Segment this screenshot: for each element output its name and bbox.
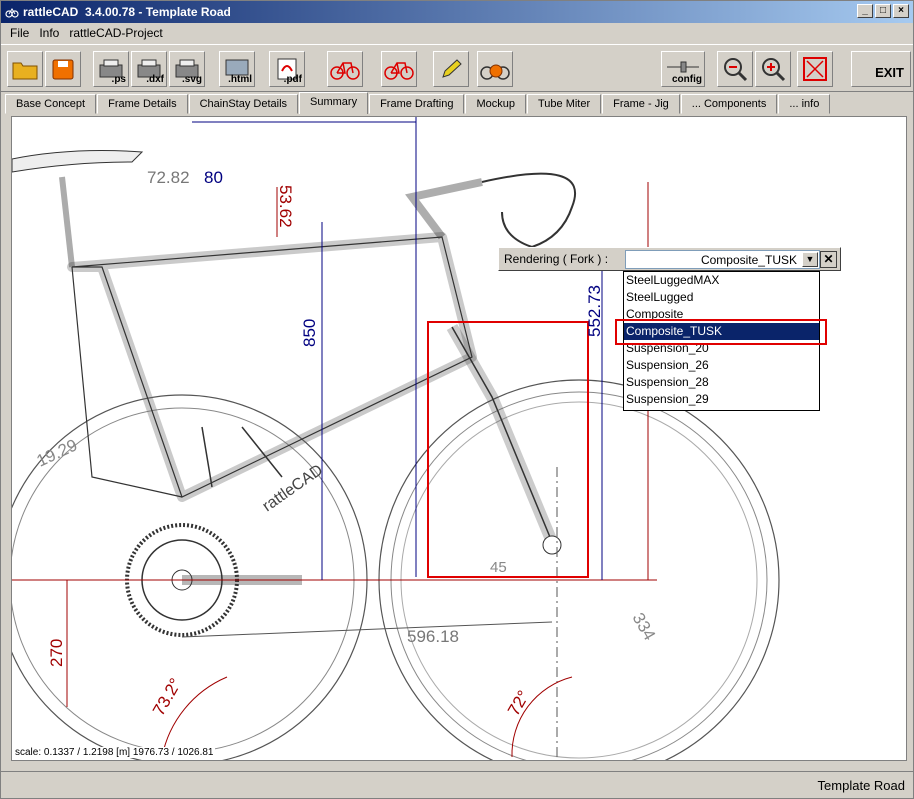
selection-highlight-box xyxy=(615,319,827,345)
tab-components[interactable]: ... Components xyxy=(680,94,778,114)
dim-73-2-deg: 73.2° xyxy=(149,675,185,719)
minimize-button[interactable]: _ xyxy=(857,4,873,18)
tab-frame-drafting[interactable]: Frame Drafting xyxy=(369,94,465,114)
config-label: config xyxy=(672,74,702,85)
bike-render-button[interactable] xyxy=(327,51,363,87)
save-disk-icon xyxy=(52,59,74,80)
export-dxf-button[interactable]: .dxf xyxy=(131,51,167,87)
pencil-icon xyxy=(442,59,462,78)
tab-chainstay-details[interactable]: ChainStay Details xyxy=(188,94,299,114)
exit-button[interactable]: EXIT xyxy=(851,51,911,87)
open-folder-button[interactable] xyxy=(7,51,43,87)
bike-drawing: rattleCAD 72.82 80 53.62 850 552.73 19.2… xyxy=(12,117,780,760)
window-title: rattleCAD 3.4.00.78 - Template Road xyxy=(23,5,231,19)
status-project-name: Template Road xyxy=(817,778,905,793)
dim-552-73: 552.73 xyxy=(585,285,604,337)
export-ps-button[interactable]: .ps xyxy=(93,51,129,87)
frame-tubes xyxy=(67,232,477,502)
bike-red-icon xyxy=(384,62,414,80)
dim-45: 45 xyxy=(490,559,507,576)
maximize-button[interactable]: □ xyxy=(875,4,891,18)
config-button[interactable]: config xyxy=(661,51,705,87)
bike-reload-icon xyxy=(480,64,510,80)
pencil-button[interactable] xyxy=(433,51,469,87)
drawing-canvas[interactable]: rattleCAD 72.82 80 53.62 850 552.73 19.2… xyxy=(11,116,907,761)
rendering-fork-label: Rendering ( Fork ) : xyxy=(504,252,609,266)
stem xyxy=(405,178,483,240)
zoom-in-button[interactable] xyxy=(755,51,791,87)
close-icon[interactable]: ✕ xyxy=(820,251,837,268)
export-html-button[interactable]: .html xyxy=(219,51,255,87)
tab-info[interactable]: ... info xyxy=(778,94,831,114)
dim-850: 850 xyxy=(300,319,319,347)
option-steel-lugged[interactable]: SteelLugged xyxy=(624,289,819,306)
dim-80: 80 xyxy=(204,168,223,187)
save-button[interactable] xyxy=(45,51,81,87)
fork-rendering-select[interactable]: Composite_TUSK ▼ xyxy=(625,250,820,269)
tab-tube-miter[interactable]: Tube Miter xyxy=(526,94,602,114)
pdf-label: .pdf xyxy=(283,74,302,85)
tab-base-concept[interactable]: Base Concept xyxy=(5,94,97,114)
dim-270: 270 xyxy=(47,639,66,667)
bike-render-alt-button[interactable] xyxy=(381,51,417,87)
tab-frame-details[interactable]: Frame Details xyxy=(97,94,188,114)
saddle xyxy=(12,150,144,173)
tab-mockup[interactable]: Mockup xyxy=(465,94,526,114)
zoom-in-icon xyxy=(762,58,786,82)
menu-file[interactable]: File xyxy=(5,26,34,40)
export-pdf-button[interactable]: .pdf xyxy=(269,51,305,87)
status-bar: Template Road xyxy=(1,771,913,798)
seat-post xyxy=(59,176,75,268)
dim-72-82: 72.82 xyxy=(147,168,190,187)
option-suspension-26[interactable]: Suspension_26 xyxy=(624,357,819,374)
dim-19-29: 19.29 xyxy=(34,435,81,470)
close-window-button[interactable]: × xyxy=(893,4,909,18)
option-suspension-29[interactable]: Suspension_29 xyxy=(624,391,819,408)
svg-label: .svg xyxy=(181,74,202,85)
option-steel-lugged-max[interactable]: SteelLuggedMAX xyxy=(624,272,819,289)
chevron-down-icon[interactable]: ▼ xyxy=(802,252,818,267)
scale-readout: scale: 0.1337 / 1.2198 [m] 1976.73 / 102… xyxy=(13,747,216,758)
option-suspension-28[interactable]: Suspension_28 xyxy=(624,374,819,391)
tab-bar: Base Concept Frame Details ChainStay Det… xyxy=(5,92,831,114)
tab-frame-jig[interactable]: Frame - Jig xyxy=(602,94,680,114)
dim-53-62: 53.62 xyxy=(276,185,295,228)
dim-72-deg: 72° xyxy=(504,687,533,719)
menu-info[interactable]: Info xyxy=(34,26,64,40)
frame-label: rattleCAD xyxy=(260,462,327,516)
bike-app-icon xyxy=(5,8,19,18)
toolbar: .ps .dxf .svg .html .pdf config EXIT xyxy=(1,44,913,92)
fit-view-icon xyxy=(803,57,827,81)
bike-red-icon xyxy=(330,62,360,80)
html-label: .html xyxy=(228,74,252,85)
rendering-fork-panel: Rendering ( Fork ) : Composite_TUSK ▼ ✕ xyxy=(498,247,841,271)
menu-project[interactable]: rattleCAD-Project xyxy=(64,26,167,40)
app-window: rattleCAD 3.4.00.78 - Template Road _ □ … xyxy=(0,0,914,799)
handlebar xyxy=(481,172,577,249)
dxf-label: .dxf xyxy=(146,74,164,85)
wheelbase-dim xyxy=(181,621,553,638)
front-wheel xyxy=(378,379,780,760)
dim-334: 334 xyxy=(629,610,660,644)
title-bar: rattleCAD 3.4.00.78 - Template Road _ □ … xyxy=(1,1,913,23)
bike-reload-button[interactable] xyxy=(477,51,513,87)
zoom-out-button[interactable] xyxy=(717,51,753,87)
menu-bar: File Info rattleCAD-Project xyxy=(1,23,913,43)
dim-596-18: 596.18 xyxy=(407,627,459,646)
fork-rendering-value: Composite_TUSK xyxy=(700,253,797,267)
tab-summary[interactable]: Summary xyxy=(299,92,369,114)
folder-icon xyxy=(12,62,38,80)
front-hub xyxy=(542,535,562,555)
ps-label: .ps xyxy=(111,74,126,85)
export-svg-button[interactable]: .svg xyxy=(169,51,205,87)
zoom-out-icon xyxy=(724,58,748,82)
fork-blade xyxy=(446,324,558,545)
fit-view-button[interactable] xyxy=(797,51,833,87)
